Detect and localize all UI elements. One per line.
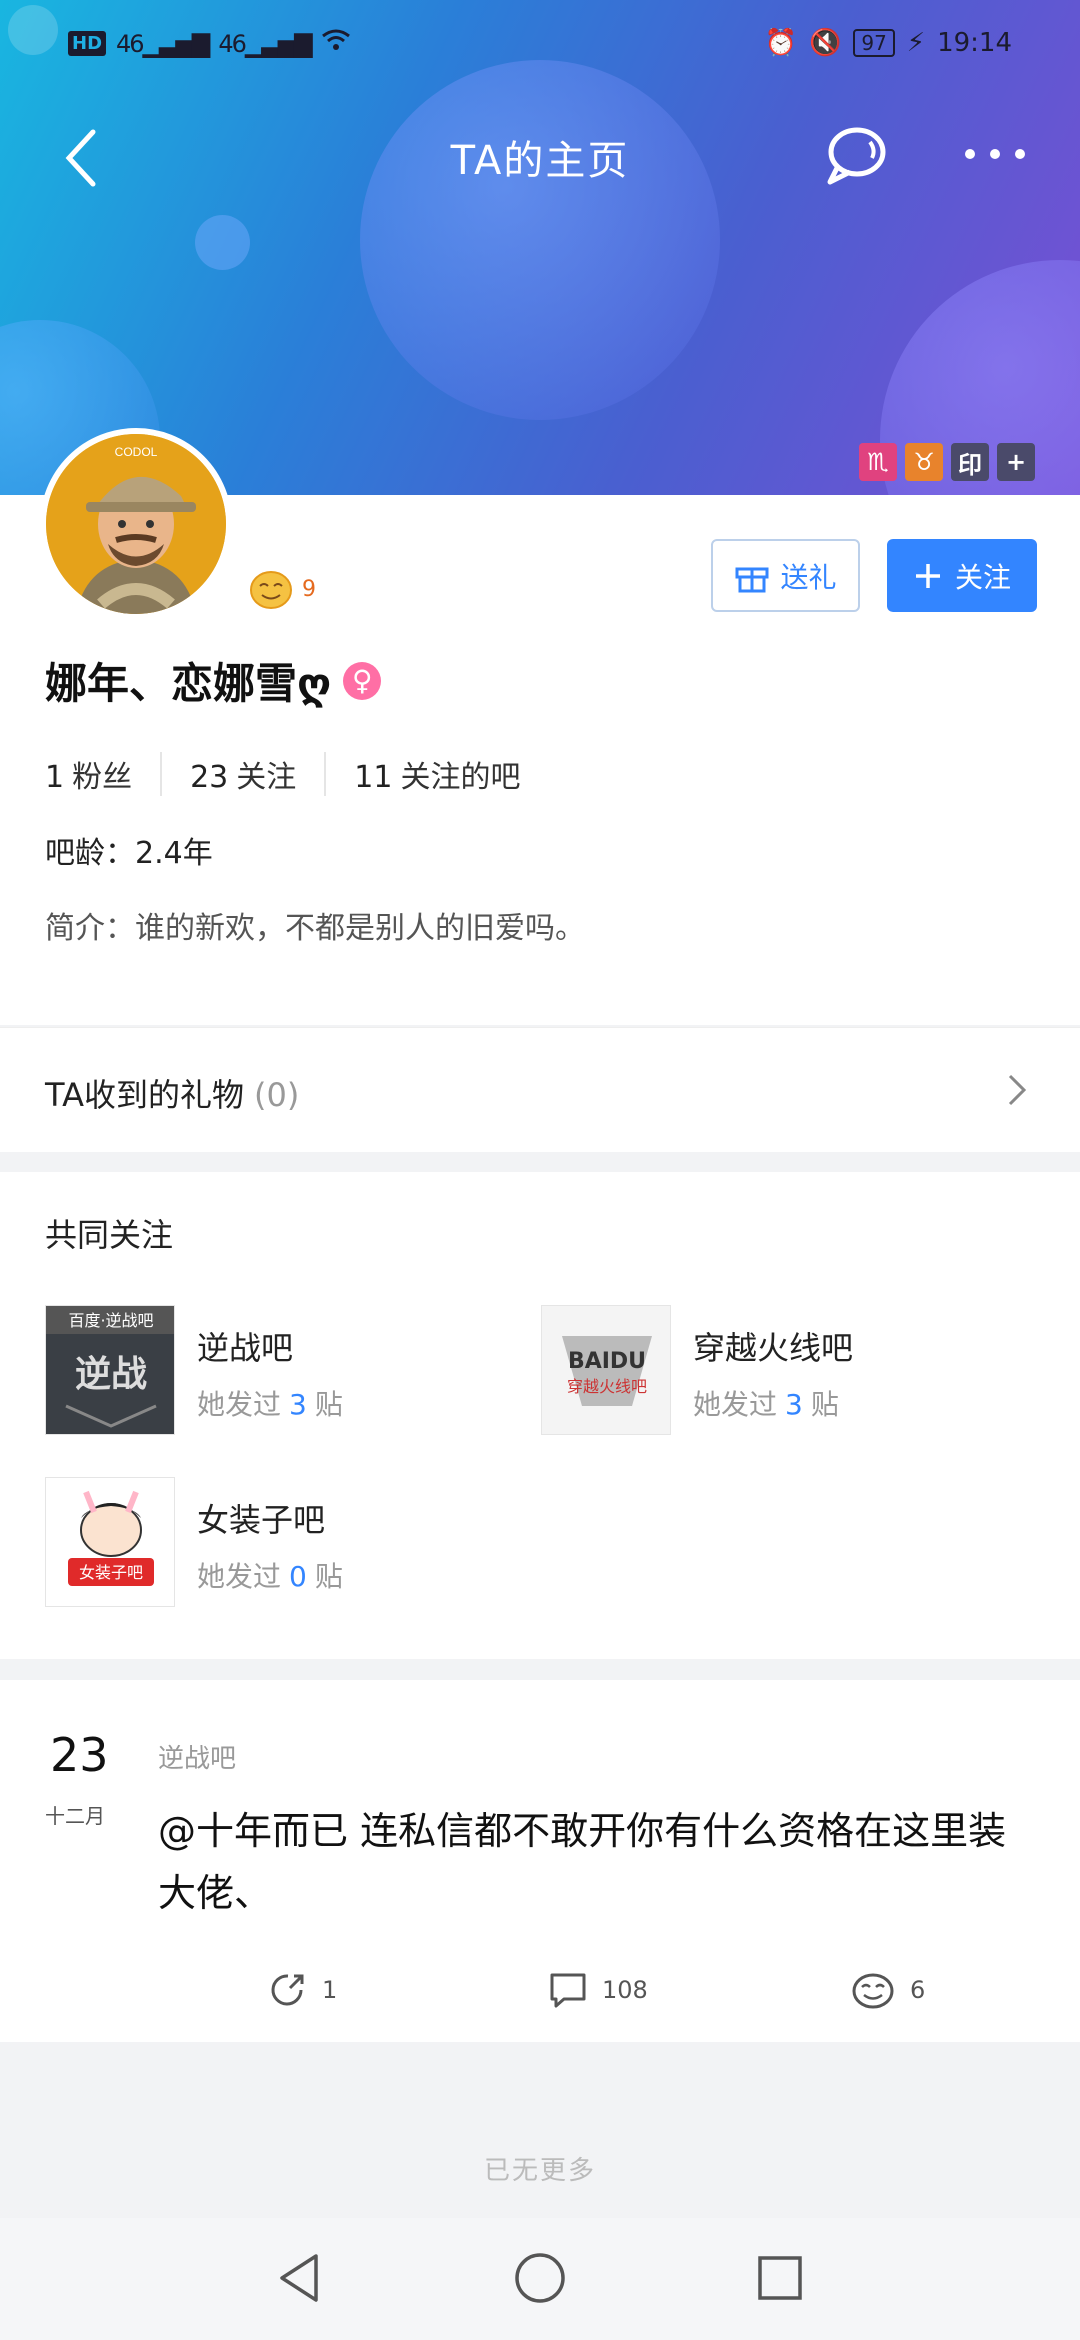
gift-icon: [735, 567, 769, 592]
no-more-text: 已无更多: [483, 2156, 596, 2186]
square-recents-icon: [758, 2256, 802, 2300]
wifi-icon: [321, 28, 351, 59]
circle-home-icon: [515, 2253, 565, 2303]
post-card[interactable]: 23 十二月 逆战吧 @十年而已 连私信都不敢开你有什么资格在这里装大佬、 1 …: [0, 1680, 1080, 2042]
common-bar-item[interactable]: 女装子吧 女装子吧 她发过 0 贴: [45, 1477, 525, 1607]
message-button[interactable]: [820, 122, 890, 192]
badge-tags: ♏ ♉ 印 +: [859, 443, 1035, 481]
common-bar-item[interactable]: BAIDU 穿越火线吧 穿越火线吧 她发过 3 贴: [541, 1305, 1021, 1435]
send-gift-label: 送礼: [780, 560, 837, 594]
level-face-icon: [250, 571, 292, 609]
system-home-button[interactable]: [510, 2248, 570, 2308]
common-follows-section: 共同关注 百度·逆战吧 逆战 逆战吧 她发过 3 贴 BAIDU 穿越火线吧 穿越火: [0, 1172, 1080, 1659]
profile-banner: HD 46▁▃▅▇ 46▁▃▅▇ ⏰ 🔇 97 ⚡ 19:14 TA的主页 ♏ …: [0, 0, 1080, 495]
follow-label: 关注: [954, 560, 1011, 594]
system-recents-button[interactable]: [750, 2248, 810, 2308]
taurus-tag[interactable]: ♉: [905, 443, 943, 481]
like-button[interactable]: 6: [850, 1970, 925, 2010]
share-icon: [271, 1974, 304, 2006]
more-dots-icon: [965, 149, 1025, 159]
received-gifts-title: TA收到的礼物 (0): [45, 1070, 299, 1116]
system-nav-bar: [0, 2218, 1080, 2340]
svg-text:百度·逆战吧: 百度·逆战吧: [68, 1311, 153, 1330]
send-gift-button[interactable]: 送礼: [711, 539, 860, 612]
bar-thumbnail: BAIDU 穿越火线吧: [541, 1305, 671, 1435]
follow-button[interactable]: 关注: [887, 539, 1037, 612]
chevron-right-icon: [1002, 1070, 1032, 1110]
profile-stats: 1 粉丝 23 关注 11 关注的吧: [45, 752, 548, 796]
followed-bars-stat[interactable]: 11 关注的吧: [324, 752, 548, 796]
following-label: 关注: [236, 760, 297, 795]
post-day: 23: [50, 1728, 109, 1782]
avatar[interactable]: CODOL: [40, 428, 232, 620]
status-bar: HD 46▁▃▅▇ 46▁▃▅▇ ⏰ 🔇 97 ⚡ 19:14: [0, 0, 1080, 90]
bar-thumbnail: 百度·逆战吧 逆战: [45, 1305, 175, 1435]
svg-text:穿越火线吧: 穿越火线吧: [567, 1377, 647, 1396]
bar-name: 女装子吧: [197, 1501, 326, 1539]
level-badge[interactable]: 9: [248, 568, 316, 610]
add-tag-button[interactable]: +: [997, 443, 1035, 481]
level-number: 9: [302, 576, 316, 602]
bar-post-count: 她发过 0 贴: [197, 1560, 343, 1593]
share-button[interactable]: 1: [268, 1970, 337, 2010]
plus-icon: [915, 563, 940, 588]
mute-icon: 🔇: [808, 28, 842, 58]
clock: 19:14: [937, 28, 1012, 58]
post-bar-name[interactable]: 逆战吧: [158, 1738, 236, 1775]
bio: 简介：谁的新欢，不都是别人的旧爱吗。: [45, 911, 585, 946]
like-count: 6: [910, 1976, 926, 2004]
decor-bubble: [195, 215, 250, 270]
more-button[interactable]: [960, 140, 1030, 170]
top-nav: TA的主页: [0, 110, 1080, 200]
following-count: 23: [190, 760, 229, 795]
bar-name: 穿越火线吧: [693, 1329, 854, 1367]
gifts-label: TA收到的礼物: [45, 1076, 244, 1114]
received-gifts-row[interactable]: TA收到的礼物 (0): [0, 1027, 1080, 1152]
charging-icon: ⚡: [906, 28, 926, 58]
bar-post-count: 她发过 3 贴: [693, 1388, 839, 1421]
following-stat[interactable]: 23 关注: [160, 752, 324, 796]
triangle-back-icon: [280, 2254, 318, 2302]
comment-count: 108: [602, 1976, 648, 2004]
chat-bubble-icon: [827, 127, 886, 185]
female-gender-icon: ♀: [343, 661, 382, 700]
like-face-icon: [852, 1973, 894, 2009]
username-row: 娜年、恋娜雪ღ ♀: [45, 650, 382, 711]
comment-button[interactable]: 108: [548, 1970, 648, 2010]
page-title: TA的主页: [450, 138, 630, 184]
share-count: 1: [322, 1976, 338, 2004]
fans-stat[interactable]: 1 粉丝: [45, 752, 160, 796]
fans-label: 粉丝: [72, 760, 133, 795]
bar-name: 逆战吧: [197, 1329, 294, 1367]
hd-badge: HD: [68, 31, 107, 56]
battery-icon: 97: [853, 29, 895, 57]
followed-bars-count: 11: [354, 760, 393, 795]
system-back-button[interactable]: [270, 2248, 330, 2308]
followed-bars-label: 关注的吧: [400, 760, 521, 795]
post-actions: 1 108 6: [0, 1970, 1080, 2020]
bar-age: 吧龄：2.4年: [45, 836, 213, 871]
bar-thumbnail: 女装子吧: [45, 1477, 175, 1607]
svg-text:女装子吧: 女装子吧: [79, 1563, 143, 1582]
avatar-image: CODOL: [46, 434, 226, 614]
fans-count: 1: [45, 760, 65, 795]
alarm-icon: ⏰: [764, 28, 797, 58]
comment-icon: [550, 1973, 586, 2008]
svg-text:逆战: 逆战: [75, 1354, 147, 1395]
signal-icon: 46▁▃▅▇: [116, 29, 210, 58]
svg-text:BAIDU: BAIDU: [568, 1349, 646, 1374]
post-content: @十年而已 连私信都不敢开你有什么资格在这里装大佬、: [158, 1809, 1007, 1915]
gifts-count: (0): [253, 1076, 300, 1114]
common-bar-item[interactable]: 百度·逆战吧 逆战 逆战吧 她发过 3 贴: [45, 1305, 525, 1435]
impression-tag[interactable]: 印: [951, 443, 989, 481]
username: 娜年、恋娜雪ღ: [45, 659, 332, 708]
svg-text:CODOL: CODOL: [115, 445, 158, 459]
post-month: 十二月: [45, 1804, 105, 1828]
bar-post-count: 她发过 3 贴: [197, 1388, 343, 1421]
signal-icon: 46▁▃▅▇: [218, 29, 312, 58]
common-follows-title: 共同关注: [45, 1216, 174, 1254]
scorpio-tag[interactable]: ♏: [859, 443, 897, 481]
